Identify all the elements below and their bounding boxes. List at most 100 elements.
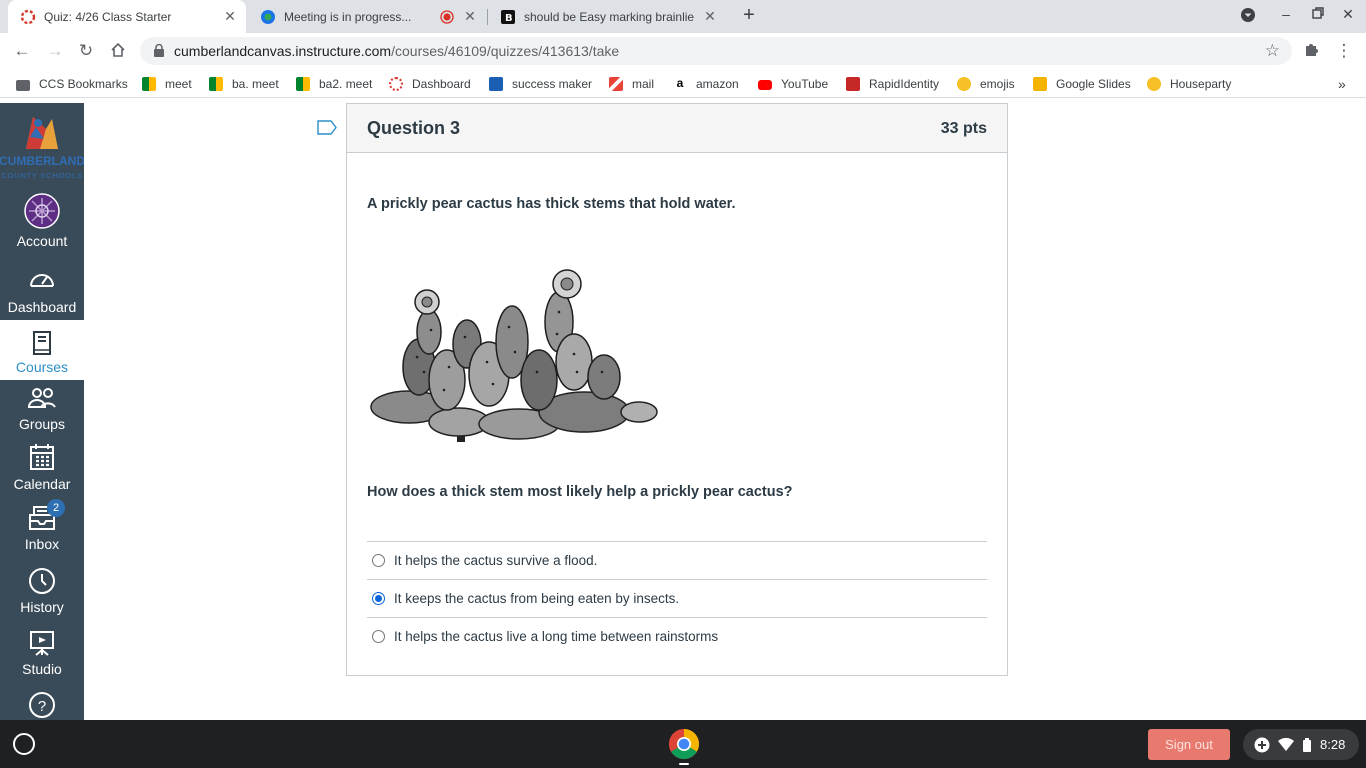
slides-icon	[1033, 77, 1047, 91]
question-prompt: How does a thick stem most likely help a…	[367, 484, 793, 500]
wifi-icon	[1278, 738, 1294, 751]
successmaker-icon	[489, 77, 503, 91]
bookmark-mail[interactable]: mail	[609, 76, 654, 92]
add-icon	[1254, 737, 1270, 753]
gmail-icon	[609, 77, 623, 91]
houseparty-icon	[1147, 77, 1161, 91]
answer-text: It helps the cactus live a long time bet…	[394, 629, 719, 644]
bookmark-dashboard[interactable]: Dashboard	[389, 76, 471, 92]
logo-text-bottom: COUNTY SCHOOLS	[1, 171, 83, 180]
history-icon	[29, 568, 55, 594]
menu-kebab-icon[interactable]: ⋮	[1333, 41, 1355, 63]
bookmark-ccs[interactable]: CCS Bookmarks	[16, 76, 128, 92]
bookmark-youtube[interactable]: YouTube	[758, 76, 828, 92]
back-arrow-icon[interactable]: ←	[11, 41, 33, 63]
bookmark-meet[interactable]: meet	[142, 76, 192, 92]
folder-icon	[16, 79, 30, 91]
meet-icon	[296, 77, 310, 91]
question-panel: Question 3 33 pts A prickly pear cactus …	[346, 103, 1008, 676]
reload-icon[interactable]: ↻	[75, 41, 97, 63]
tab-title: Quiz: 4/26 Class Starter	[44, 9, 172, 24]
answer-option-1[interactable]: It helps the cactus survive a flood.	[367, 541, 987, 579]
launcher-icon[interactable]	[13, 733, 35, 755]
answer-text: It keeps the cactus from being eaten by …	[394, 591, 680, 606]
close-window-icon[interactable]: ✕	[1338, 6, 1358, 26]
meet-icon	[142, 77, 156, 91]
answer-list: It helps the cactus survive a flood. It …	[367, 541, 987, 655]
status-tray[interactable]: 8:28	[1243, 729, 1359, 760]
tab-search-icon[interactable]	[1238, 6, 1258, 26]
tab-meeting[interactable]: Meeting is in progress... ✕	[248, 0, 486, 33]
question-statement: A prickly pear cactus has thick stems th…	[367, 196, 736, 212]
rapididentity-icon	[846, 77, 860, 91]
meet-icon	[209, 77, 223, 91]
dashboard-icon	[30, 274, 54, 287]
answer-option-2[interactable]: It keeps the cactus from being eaten by …	[367, 579, 987, 617]
tab-title: Meeting is in progress...	[284, 9, 412, 24]
close-tab-icon[interactable]: ✕	[222, 8, 238, 25]
canvas-icon	[389, 77, 403, 91]
global-navigation: CUMBERLAND COUNTY SCHOOLS Account Dashbo…	[0, 103, 85, 720]
bookmark-google-slides[interactable]: Google Slides	[1033, 76, 1131, 92]
restore-icon[interactable]	[1308, 6, 1328, 26]
chrome-browser-icon[interactable]	[668, 728, 700, 760]
bookmark-emojis[interactable]: emojis	[957, 76, 1015, 92]
bookmark-star-icon[interactable]: ☆	[1265, 41, 1280, 61]
close-tab-icon[interactable]: ✕	[702, 8, 718, 25]
radio-button[interactable]	[372, 554, 385, 567]
sign-out-button[interactable]: Sign out	[1148, 729, 1230, 760]
question-points: 33 pts	[940, 120, 987, 137]
studio-icon	[30, 631, 54, 656]
bookmark-success-maker[interactable]: success maker	[489, 76, 592, 92]
youtube-icon	[758, 79, 772, 90]
bookmark-houseparty[interactable]: Houseparty	[1147, 76, 1231, 92]
nav-calendar[interactable]: Calendar	[0, 443, 84, 503]
emoji-icon	[957, 77, 971, 91]
battery-icon	[1303, 738, 1311, 752]
forward-arrow-icon[interactable]: →	[44, 41, 66, 63]
extensions-icon[interactable]	[1301, 40, 1323, 62]
tab-brainly[interactable]: B should be Easy marking brainlie ✕	[488, 0, 726, 33]
logo-text-top: CUMBERLAND	[0, 154, 84, 168]
lock-icon	[154, 44, 164, 57]
new-tab-button[interactable]: +	[738, 5, 760, 27]
bookmark-ba2-meet[interactable]: ba2. meet	[296, 76, 372, 92]
radio-button-selected[interactable]	[372, 592, 385, 605]
bookmark-amazon[interactable]: a amazon	[673, 76, 739, 92]
tab-strip: Quiz: 4/26 Class Starter ✕ Meeting is in…	[0, 0, 1366, 33]
flag-question-icon[interactable]	[317, 120, 337, 135]
cumberland-logo[interactable]: CUMBERLAND COUNTY SCHOOLS	[0, 109, 85, 183]
nav-history[interactable]: History	[0, 567, 84, 627]
bookmark-ba-meet[interactable]: ba. meet	[209, 76, 279, 92]
help-icon: ?	[29, 692, 55, 718]
close-tab-icon[interactable]: ✕	[462, 8, 478, 25]
url-host: cumberlandcanvas.instructure.com	[174, 43, 392, 59]
nav-dashboard[interactable]: Dashboard	[0, 267, 84, 327]
nav-groups[interactable]: Groups	[0, 387, 84, 447]
svg-text:?: ?	[38, 698, 46, 715]
amazon-icon: a	[673, 77, 687, 91]
nav-courses[interactable]: Courses	[0, 320, 84, 380]
home-icon[interactable]	[107, 41, 129, 63]
svg-text:B: B	[505, 13, 513, 24]
recording-icon	[440, 9, 454, 24]
nav-help[interactable]: ?	[0, 691, 84, 720]
brainly-favicon-icon: B	[501, 9, 515, 24]
radio-button[interactable]	[372, 630, 385, 643]
nav-account[interactable]: Account	[0, 193, 84, 253]
canvas-favicon-icon	[20, 9, 36, 24]
nav-studio[interactable]: Studio	[0, 629, 84, 689]
clock: 8:28	[1320, 737, 1346, 752]
tab-quiz[interactable]: Quiz: 4/26 Class Starter ✕	[8, 0, 246, 33]
meet-favicon-icon	[261, 9, 275, 24]
inbox-unread-badge: 2	[47, 499, 65, 517]
more-bookmarks-icon[interactable]: »	[1338, 76, 1346, 92]
courses-icon	[33, 331, 51, 355]
bookmark-rapididentity[interactable]: RapidIdentity	[846, 76, 939, 92]
nav-inbox[interactable]: 2 Inbox	[0, 499, 84, 565]
answer-option-3[interactable]: It helps the cactus live a long time bet…	[367, 617, 987, 655]
address-bar[interactable]: cumberlandcanvas.instructure.com/courses…	[140, 37, 1292, 65]
minimize-icon[interactable]: –	[1276, 6, 1296, 26]
groups-icon	[27, 388, 56, 408]
answer-text: It helps the cactus survive a flood.	[394, 553, 598, 568]
